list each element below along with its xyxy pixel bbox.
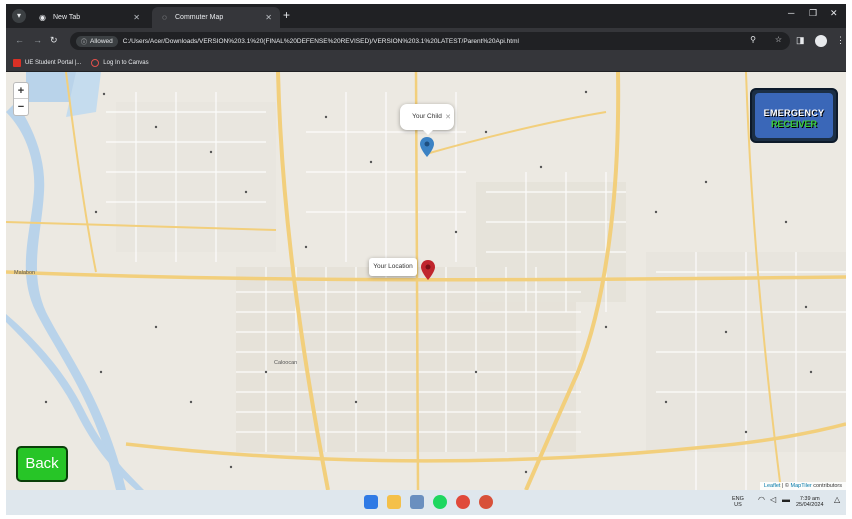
browser-toolbar: ← → ↻ ⓘ Allowed C:/Users/Acer/Downloads/… [6,28,846,54]
your-location-marker-icon[interactable] [421,260,435,280]
reload-icon[interactable]: ↻ [50,35,58,46]
chrome-active-icon[interactable] [479,495,493,509]
windows-start-icon[interactable] [364,495,378,509]
minimize-icon[interactable]: ─ [788,8,794,18]
site-info-chip[interactable]: ⓘ Allowed [76,35,118,47]
child-popup-label: Your Child [412,113,442,120]
zoom-in-button[interactable]: + [14,83,28,99]
globe-icon: ◌ [162,13,167,22]
tab-strip: ▾ ◉ New Tab ✕ ◌ Commuter Map ✕ + ─ ❐ ✕ [6,4,846,28]
place-label-malabon: Malabon [14,270,36,276]
tab-new-tab[interactable]: ◉ New Tab ✕ [30,7,148,28]
address-url: C:/Users/Acer/Downloads/VERSION%203.1%20… [122,37,519,45]
bookmark-star-icon[interactable]: ☆ [775,35,782,44]
notification-bell-icon[interactable]: △ [834,496,840,504]
your-location-popup: Your Location [369,258,417,276]
tab-label: New Tab [53,14,81,21]
canvas-logo-icon [91,58,100,67]
logo-text-bottom: RECEIVER [770,119,817,129]
tab-search-icon[interactable]: ▾ [12,9,26,23]
file-explorer-icon[interactable] [387,495,401,509]
child-popup: Your Child ✕ [400,104,454,135]
language-indicator[interactable]: ENG US [732,496,744,508]
browser-window: ▾ ◉ New Tab ✕ ◌ Commuter Map ✕ + ─ ❐ ✕ ←… [6,4,846,515]
volume-icon[interactable]: ◁ [770,496,776,504]
profile-avatar[interactable] [815,35,827,47]
bookmark-ue-portal[interactable]: UE Student Portal |... [13,58,82,67]
close-tab-icon[interactable]: ✕ [133,13,140,22]
new-tab-plus-icon[interactable]: + [283,8,290,22]
back-arrow-icon[interactable]: ← [15,35,24,45]
popup-close-icon[interactable]: ✕ [445,105,451,131]
windows-taskbar: ENG US ◠ ◁ ▬ 7:39 am 25/04/2024 △ [6,490,846,515]
ue-logo-icon [13,58,21,67]
child-location-marker-icon[interactable] [420,137,434,157]
clock[interactable]: 7:39 am 25/04/2024 [796,496,824,508]
tab-commuter-map[interactable]: ◌ Commuter Map ✕ [152,7,280,28]
logo-text-top: EMERGENCY [763,108,825,118]
bookmarks-bar: UE Student Portal |... Log In to Canvas [6,54,846,72]
tab-label: Commuter Map [175,14,224,21]
wifi-icon[interactable]: ◠ [758,496,765,504]
restore-icon[interactable]: ❐ [809,8,817,19]
close-window-icon[interactable]: ✕ [830,8,838,19]
battery-icon[interactable]: ▬ [782,496,790,504]
close-tab-icon[interactable]: ✕ [265,13,272,22]
chrome-taskbar-icon[interactable] [456,495,470,509]
map-attribution: Leaflet | © MapTiler contributors [759,482,846,490]
sidebar-icon[interactable]: ◨ [796,35,805,46]
zoom-control: + − [13,82,29,116]
chrome-icon: ◉ [39,13,46,22]
bookmark-label: Log In to Canvas [103,59,149,66]
bookmark-canvas[interactable]: Log In to Canvas [91,58,149,67]
zoom-out-button[interactable]: − [14,99,28,115]
info-icon: ⓘ [81,39,88,46]
emergency-receiver-logo: EMERGENCY RECEIVER [750,88,838,143]
your-location-label: Your Location [373,263,413,270]
bookmark-label: UE Student Portal |... [25,59,82,66]
store-icon[interactable] [410,495,424,509]
place-label-caloocan: Caloocan [274,360,298,366]
location-pin-icon[interactable]: ⚲ [750,35,756,44]
address-bar[interactable]: ⓘ Allowed C:/Users/Acer/Downloads/VERSIO… [70,32,790,50]
maptiler-link[interactable]: MapTiler [791,483,812,489]
site-info-label: Allowed [90,37,113,45]
spotify-icon[interactable] [433,495,447,509]
menu-kebab-icon[interactable]: ⋮ [836,35,845,46]
forward-arrow-icon[interactable]: → [33,35,42,45]
back-button[interactable]: Back [16,446,68,482]
map-canvas[interactable]: + − Malabon Caloocan Your Child ✕ Your L… [6,72,846,490]
leaflet-link[interactable]: Leaflet [764,483,781,489]
